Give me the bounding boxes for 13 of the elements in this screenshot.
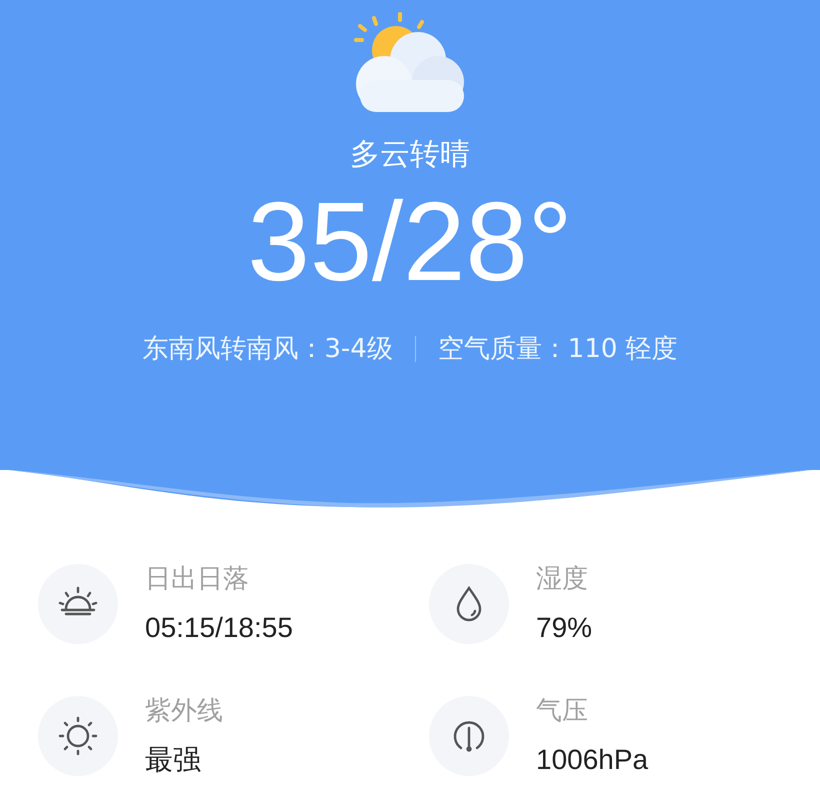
detail-value: 79%	[536, 614, 592, 642]
detail-value: 05:15/18:55	[145, 614, 293, 642]
detail-label: 湿度	[536, 566, 589, 592]
detail-label: 日出日落	[145, 566, 250, 592]
air-quality: 空气质量：110 轻度	[438, 336, 678, 362]
wind-info: 东南风转南风：3-4级	[142, 336, 393, 362]
detail-label: 紫外线	[145, 698, 223, 724]
sun-icon	[58, 716, 98, 756]
detail-value: 1006hPa	[536, 746, 648, 774]
detail-label: 气压	[536, 698, 589, 724]
temperature-range: 35/28°	[247, 186, 573, 298]
weather-condition: 多云转晴	[350, 140, 470, 170]
detail-value: 最强	[145, 746, 202, 774]
